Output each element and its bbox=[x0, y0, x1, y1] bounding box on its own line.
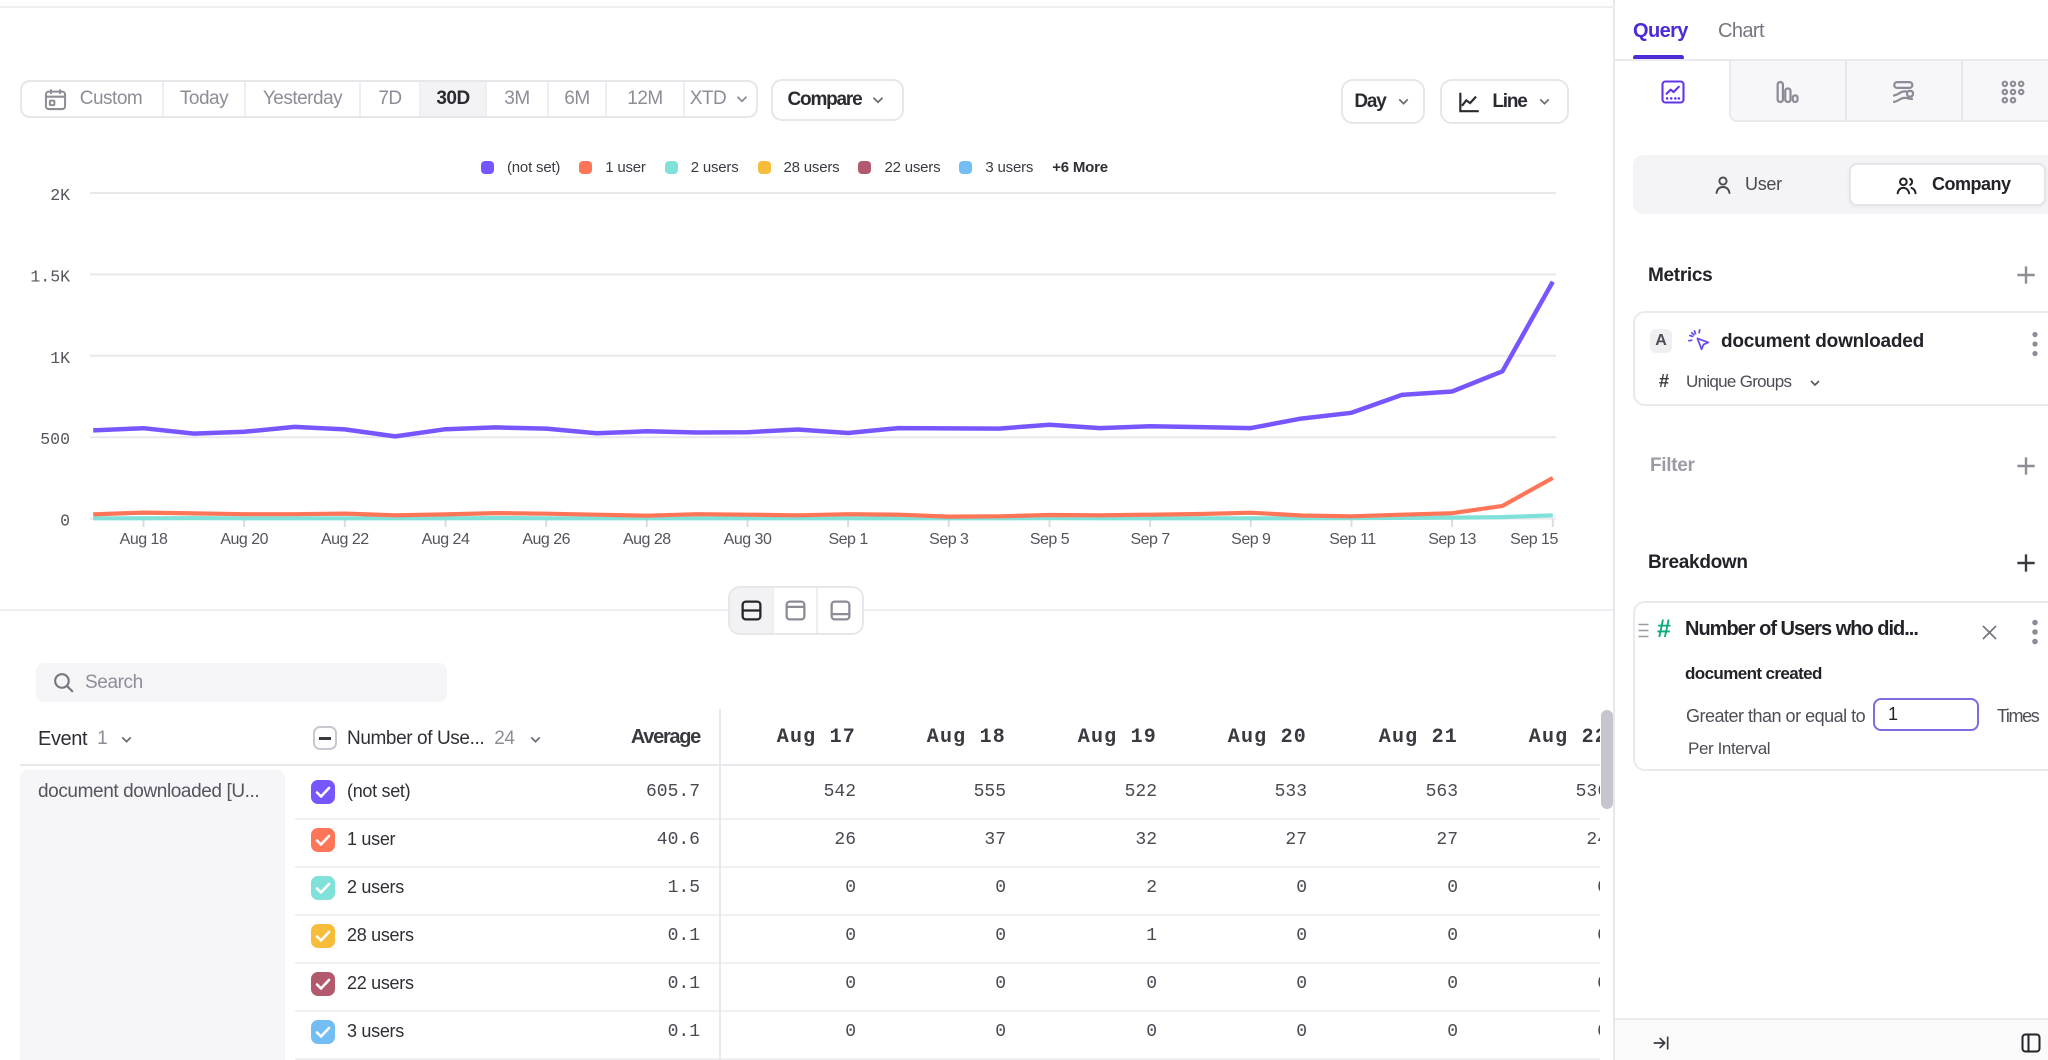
svg-text:Aug 28: Aug 28 bbox=[623, 531, 671, 548]
svg-text:Aug 20: Aug 20 bbox=[220, 531, 268, 548]
svg-text:Aug 24: Aug 24 bbox=[422, 531, 470, 548]
svg-text:Aug 26: Aug 26 bbox=[522, 531, 570, 548]
svg-text:Sep 5: Sep 5 bbox=[1030, 531, 1070, 548]
svg-text:Aug 30: Aug 30 bbox=[724, 531, 772, 548]
svg-text:2K: 2K bbox=[50, 186, 70, 205]
svg-text:Sep 7: Sep 7 bbox=[1130, 531, 1170, 548]
svg-text:Sep 9: Sep 9 bbox=[1231, 531, 1271, 548]
svg-text:Sep 13: Sep 13 bbox=[1428, 531, 1476, 548]
svg-text:1K: 1K bbox=[50, 349, 70, 368]
svg-text:Aug 18: Aug 18 bbox=[120, 531, 168, 548]
svg-text:0: 0 bbox=[60, 512, 70, 531]
svg-text:Sep 3: Sep 3 bbox=[929, 531, 969, 548]
svg-text:Sep 1: Sep 1 bbox=[828, 531, 868, 548]
svg-text:Sep 11: Sep 11 bbox=[1329, 531, 1376, 548]
svg-text:Aug 22: Aug 22 bbox=[321, 531, 369, 548]
svg-text:1.5K: 1.5K bbox=[30, 267, 70, 286]
svg-text:Sep 15: Sep 15 bbox=[1510, 531, 1558, 548]
svg-text:500: 500 bbox=[40, 430, 70, 449]
